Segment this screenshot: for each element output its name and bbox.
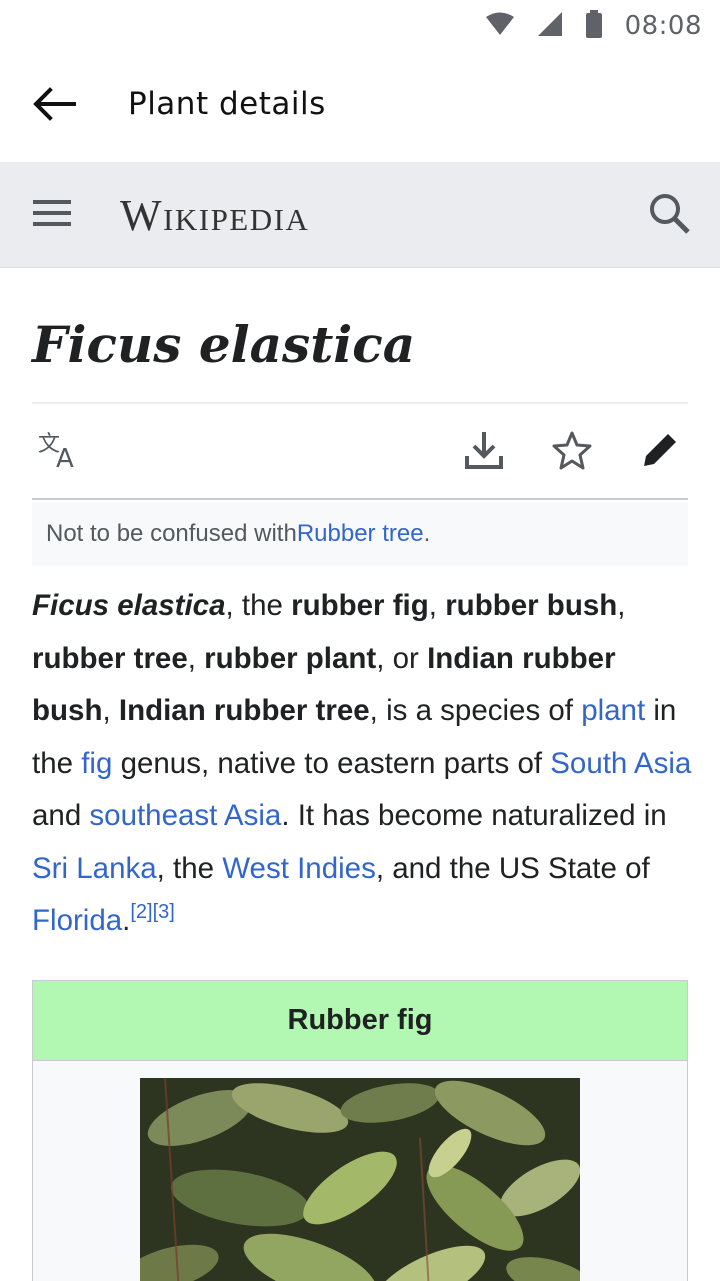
star-icon bbox=[551, 430, 593, 475]
wifi-icon bbox=[485, 12, 515, 41]
hatnote-text: Not to be confused with bbox=[46, 520, 297, 547]
link-west-indies[interactable]: West Indies bbox=[222, 852, 376, 885]
hatnote-suffix: . bbox=[423, 520, 431, 547]
reference-links[interactable]: [2][3] bbox=[130, 901, 174, 923]
hatnote-link-rubber-tree[interactable]: Rubber tree bbox=[297, 520, 424, 548]
download-icon bbox=[464, 430, 504, 475]
link-florida[interactable]: Florida bbox=[32, 904, 122, 937]
page-title: Ficus elastica bbox=[32, 315, 416, 374]
link-sri-lanka[interactable]: Sri Lanka bbox=[32, 852, 157, 885]
search-icon bbox=[648, 192, 690, 239]
intro-text: . It has become naturalized in bbox=[281, 799, 667, 832]
svg-text:A: A bbox=[56, 444, 74, 469]
menu-button[interactable] bbox=[26, 192, 78, 238]
intro-term: rubber tree bbox=[32, 641, 188, 675]
intro-text: , the bbox=[156, 851, 223, 885]
watchlist-star-button[interactable] bbox=[546, 426, 598, 478]
hatnote: Not to be confused with Rubber tree. bbox=[32, 502, 688, 566]
language-button[interactable]: 文 A bbox=[34, 426, 86, 478]
intro-text: , and the US State of bbox=[375, 851, 650, 885]
intro-term-ficus-elastica: Ficus elastica bbox=[32, 589, 226, 622]
download-button[interactable] bbox=[458, 426, 510, 478]
edit-pencil-icon bbox=[640, 430, 680, 475]
link-southeast-asia[interactable]: southeast Asia bbox=[89, 799, 281, 832]
status-bar: 08:08 bbox=[0, 0, 720, 52]
intro-term: Indian rubber tree bbox=[118, 694, 370, 727]
wikipedia-logo[interactable]: Wikipedia bbox=[120, 188, 309, 244]
page-actions-bar: 文 A bbox=[32, 404, 688, 500]
link-south-asia[interactable]: South Asia bbox=[550, 747, 691, 780]
edit-button[interactable] bbox=[634, 426, 686, 478]
arrow-left-icon bbox=[32, 86, 76, 127]
intro-term: rubber bush bbox=[445, 589, 618, 622]
intro-text: , the bbox=[225, 589, 292, 622]
wikipedia-header: Wikipedia bbox=[0, 162, 720, 268]
intro-text: , bbox=[428, 589, 446, 622]
intro-term: rubber plant bbox=[204, 641, 377, 675]
back-button[interactable] bbox=[22, 78, 86, 134]
intro-text: , or bbox=[376, 641, 428, 675]
intro-text: , is a species of bbox=[369, 694, 582, 727]
intro-text: , bbox=[187, 641, 205, 675]
status-icons: 08:08 bbox=[485, 9, 702, 43]
intro-text: and bbox=[32, 799, 90, 832]
article-content: Ficus elastica 文 A Not to be confused wi… bbox=[0, 268, 720, 1281]
infobox-image[interactable] bbox=[140, 1078, 580, 1281]
search-button[interactable] bbox=[644, 190, 694, 240]
cellular-signal-icon bbox=[537, 11, 563, 42]
hamburger-menu-icon bbox=[33, 198, 71, 233]
intro-text: , bbox=[617, 589, 626, 622]
language-icon: 文 A bbox=[38, 431, 82, 474]
link-plant[interactable]: plant bbox=[581, 694, 645, 727]
status-time: 08:08 bbox=[624, 11, 702, 41]
battery-icon bbox=[585, 9, 603, 43]
link-fig[interactable]: fig bbox=[81, 747, 112, 780]
intro-term: rubber fig bbox=[291, 589, 429, 622]
app-bar: Plant details bbox=[0, 52, 720, 162]
infobox: Rubber fig bbox=[32, 980, 688, 1281]
app-title: Plant details bbox=[128, 86, 326, 122]
intro-paragraph: Ficus elastica, the rubber fig, rubber b… bbox=[32, 580, 692, 948]
intro-text: , bbox=[102, 694, 119, 727]
infobox-heading: Rubber fig bbox=[33, 981, 687, 1061]
intro-text: genus, native to eastern parts of bbox=[112, 746, 551, 780]
rubber-fig-leaves-photo bbox=[140, 1078, 580, 1281]
